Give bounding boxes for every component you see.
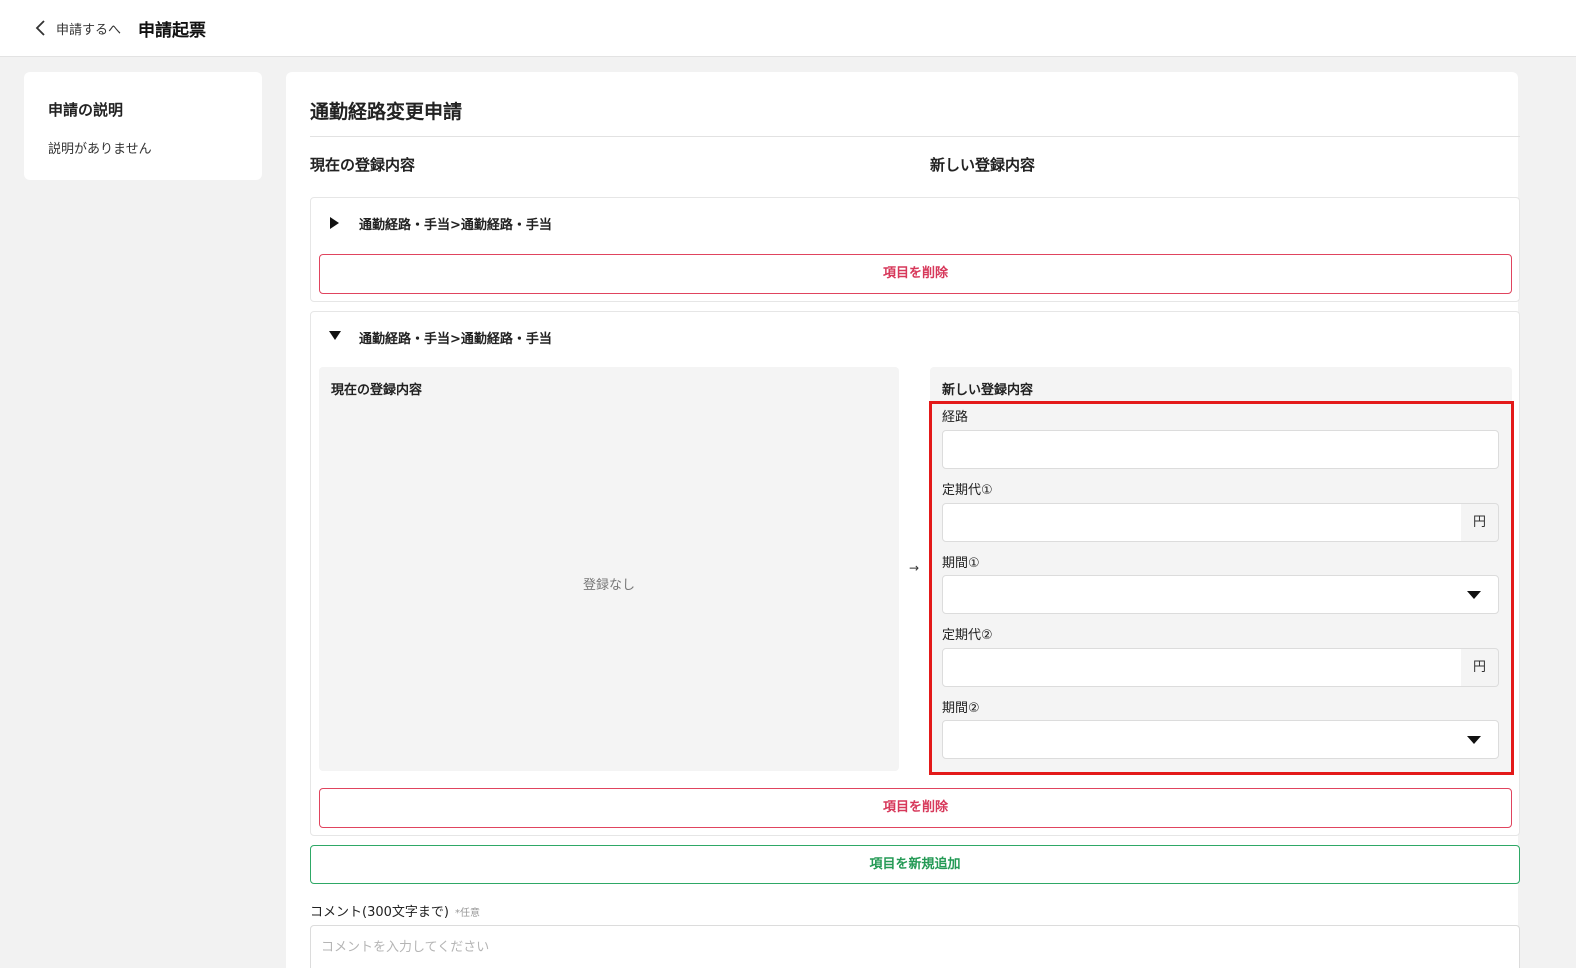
- add-item-button[interactable]: 項目を新規追加: [310, 845, 1520, 884]
- current-heading: 現在の登録内容: [310, 156, 416, 174]
- current-panel: 現在の登録内容 登録なし: [319, 367, 899, 771]
- description-body: 説明がありません: [48, 142, 152, 157]
- top-bar: 申請するへ 申請起票: [0, 0, 1576, 57]
- pass2-label: 定期代②: [942, 628, 993, 643]
- comment-input[interactable]: [310, 925, 1520, 968]
- section-collapsed: 通勤経路・手当>通勤経路・手当 項目を削除: [310, 197, 1520, 302]
- delete-item-button[interactable]: 項目を削除: [319, 254, 1512, 294]
- yen-unit: 円: [1461, 503, 1499, 542]
- optional-tag: *任意: [454, 908, 480, 919]
- new-panel: 新しい登録内容 経路 定期代① 円 期間① 定期代② 円 期間②: [929, 367, 1514, 775]
- arrow-right-icon: →: [909, 561, 920, 575]
- new-heading: 新しい登録内容: [930, 156, 1036, 174]
- description-card: 申請の説明 説明がありません: [24, 72, 262, 180]
- divider: [310, 136, 1520, 137]
- new-panel-label: 新しい登録内容: [942, 383, 1034, 398]
- section-title[interactable]: 通勤経路・手当>通勤経路・手当: [359, 214, 552, 233]
- period1-label: 期間①: [942, 556, 980, 571]
- comment-label: コメント(300文字まで) *任意: [310, 901, 480, 920]
- delete-item-button[interactable]: 項目を削除: [319, 788, 1512, 828]
- description-title: 申請の説明: [48, 101, 124, 119]
- page-title: 申請起票: [138, 21, 206, 41]
- pass2-input[interactable]: [942, 648, 1462, 687]
- back-link[interactable]: 申請するへ: [56, 19, 121, 38]
- form-card: 通勤経路変更申請 現在の登録内容 新しい登録内容 通勤経路・手当>通勤経路・手当…: [286, 72, 1520, 968]
- chevron-left-icon[interactable]: [34, 19, 48, 37]
- chevron-down-icon: [1467, 591, 1481, 599]
- period2-select[interactable]: [942, 720, 1499, 759]
- chevron-down-icon: [1467, 736, 1481, 744]
- period1-select[interactable]: [942, 575, 1499, 614]
- section-expanded: 通勤経路・手当>通勤経路・手当 現在の登録内容 登録なし → 新しい登録内容 経…: [310, 311, 1520, 836]
- no-registration-text: 登録なし: [582, 578, 635, 593]
- pass1-label: 定期代①: [942, 483, 993, 498]
- current-panel-label: 現在の登録内容: [331, 383, 423, 398]
- caret-right-icon[interactable]: [330, 217, 339, 229]
- route-label: 経路: [942, 410, 969, 425]
- form-title: 通勤経路変更申請: [310, 101, 463, 123]
- yen-unit: 円: [1461, 648, 1499, 687]
- period2-label: 期間②: [942, 701, 980, 716]
- caret-down-icon[interactable]: [329, 331, 341, 340]
- comment-label-text: コメント(300文字まで): [310, 905, 449, 920]
- route-input[interactable]: [942, 430, 1499, 469]
- section-title[interactable]: 通勤経路・手当>通勤経路・手当: [359, 328, 552, 347]
- pass1-input[interactable]: [942, 503, 1462, 542]
